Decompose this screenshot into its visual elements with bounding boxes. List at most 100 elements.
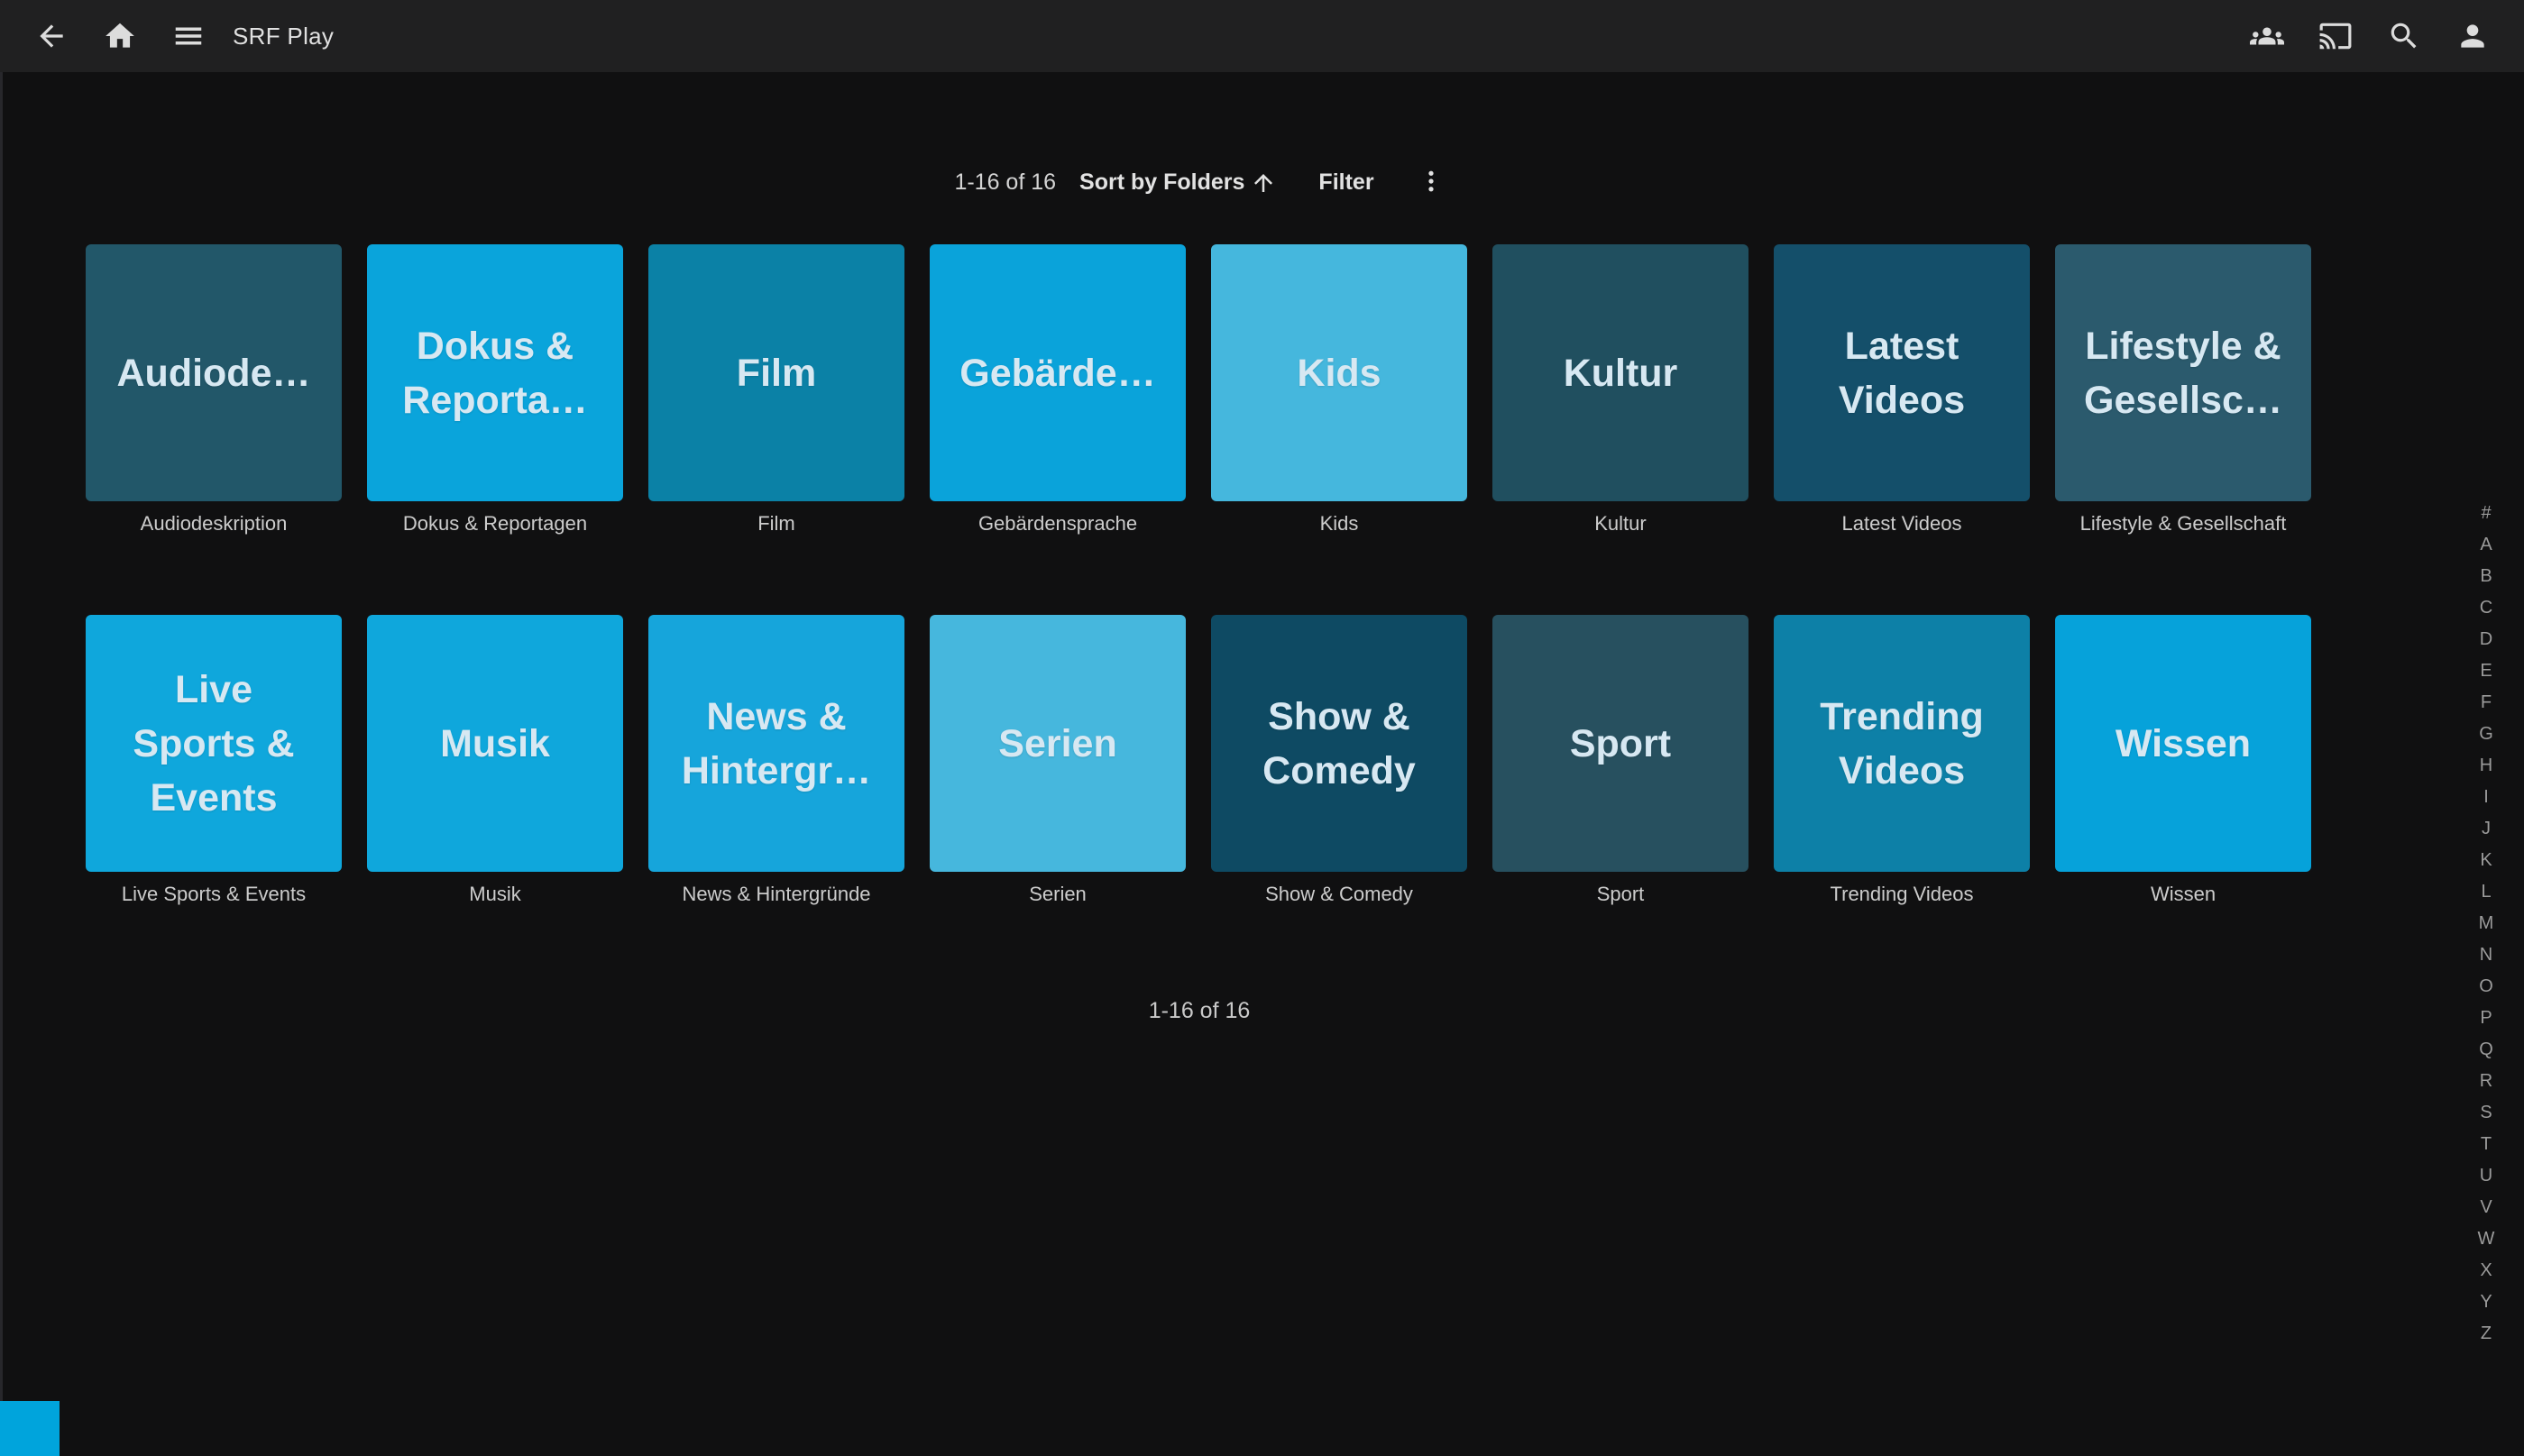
cast-icon [2318,19,2353,53]
tile-caption: Serien [930,881,1186,908]
alpha-letter[interactable]: K [2464,845,2509,876]
vertical-dots-icon [1418,168,1445,195]
alpha-letter[interactable]: Y [2464,1287,2509,1318]
library-card[interactable]: Sport Sport [1492,615,1748,908]
library-card[interactable]: Show &Comedy Show & Comedy [1211,615,1467,908]
home-button[interactable] [99,0,141,72]
alpha-letter[interactable]: D [2464,624,2509,655]
tile-title: Show &Comedy [1262,690,1416,798]
alpha-letter[interactable]: E [2464,655,2509,687]
library-tile[interactable]: Sport [1492,615,1748,872]
arrow-back-icon [34,19,69,53]
library-tile[interactable]: Audiode… [86,244,342,501]
library-card[interactable]: LatestVideos Latest Videos [1774,244,2030,537]
alpha-letter[interactable]: F [2464,687,2509,719]
library-tile[interactable]: Show &Comedy [1211,615,1467,872]
library-tile[interactable]: Kids [1211,244,1467,501]
alpha-letter[interactable]: V [2464,1192,2509,1223]
library-card[interactable]: Musik Musik [367,615,623,908]
library-card[interactable]: Wissen Wissen [2055,615,2311,908]
tile-caption: Kultur [1492,510,1748,537]
user-button[interactable] [2452,0,2493,72]
library-tile[interactable]: Lifestyle &Gesellsc… [2055,244,2311,501]
library-card[interactable]: Kids Kids [1211,244,1467,537]
library-card[interactable]: Kultur Kultur [1492,244,1748,537]
alpha-letter[interactable]: B [2464,561,2509,592]
tile-title: LiveSports &Events [133,663,294,825]
alpha-letter[interactable]: I [2464,782,2509,813]
alpha-letter[interactable]: J [2464,813,2509,845]
search-icon [2387,19,2421,53]
library-card[interactable]: Dokus &Reporta… Dokus & Reportagen [367,244,623,537]
library-tile[interactable]: Dokus &Reporta… [367,244,623,501]
sort-label: Sort by Folders [1079,169,1244,196]
library-tile[interactable]: Musik [367,615,623,872]
tile-caption: Latest Videos [1774,510,2030,537]
alpha-letter[interactable]: Z [2464,1318,2509,1350]
library-card[interactable]: Serien Serien [930,615,1186,908]
scroll-indicator[interactable] [0,1401,60,1456]
library-tile[interactable]: Kultur [1492,244,1748,501]
arrow-up-icon [1250,169,1277,197]
library-card[interactable]: TrendingVideos Trending Videos [1774,615,2030,908]
alpha-letter[interactable]: T [2464,1129,2509,1160]
tile-caption: Kids [1211,510,1467,537]
menu-button[interactable] [168,0,209,72]
alpha-letter[interactable]: S [2464,1097,2509,1129]
library-tile[interactable]: LiveSports &Events [86,615,342,872]
cast-button[interactable] [2315,0,2356,72]
tile-title: Lifestyle &Gesellsc… [2084,319,2282,427]
tile-caption: Trending Videos [1774,881,2030,908]
alpha-letter[interactable]: W [2464,1223,2509,1255]
people-group-icon [2250,19,2284,53]
tile-title: TrendingVideos [1820,690,1984,798]
tile-title: Kids [1297,346,1381,400]
library-card[interactable]: Gebärde… Gebärdensprache [930,244,1186,537]
library-tile[interactable]: Wissen [2055,615,2311,872]
search-button[interactable] [2383,0,2425,72]
filter-button[interactable]: Filter [1318,169,1373,196]
alpha-letter[interactable]: H [2464,750,2509,782]
tile-title: Kultur [1564,346,1678,400]
item-count: 1-16 of 16 [954,169,1056,196]
alpha-letter[interactable]: M [2464,908,2509,939]
library-tile[interactable]: Film [648,244,904,501]
library-card[interactable]: LiveSports &Events Live Sports & Events [86,615,342,908]
home-icon [103,19,137,53]
alpha-letter[interactable]: N [2464,939,2509,971]
tile-title: LatestVideos [1839,319,1965,427]
back-button[interactable] [31,0,72,72]
tile-title: News &Hintergr… [682,690,871,798]
library-tile[interactable]: News &Hintergr… [648,615,904,872]
alpha-letter[interactable]: X [2464,1255,2509,1287]
alpha-letter[interactable]: Q [2464,1034,2509,1066]
tile-caption: News & Hintergründe [648,881,904,908]
library-tile[interactable]: Serien [930,615,1186,872]
alpha-letter[interactable]: L [2464,876,2509,908]
alpha-picker: #ABCDEFGHIJKLMNOPQRSTUVWXYZ [2464,498,2509,1350]
library-card[interactable]: Lifestyle &Gesellsc… Lifestyle & Gesells… [2055,244,2311,537]
alpha-letter[interactable]: # [2464,498,2509,529]
alpha-letter[interactable]: A [2464,529,2509,561]
alpha-letter[interactable]: C [2464,592,2509,624]
library-tile[interactable]: Gebärde… [930,244,1186,501]
library-tile[interactable]: TrendingVideos [1774,615,2030,872]
alpha-letter[interactable]: P [2464,1003,2509,1034]
library-card[interactable]: News &Hintergr… News & Hintergründe [648,615,904,908]
alpha-letter[interactable]: U [2464,1160,2509,1192]
sort-button[interactable]: Sort by Folders [1079,169,1277,197]
tile-caption: Wissen [2055,881,2311,908]
tile-caption: Gebärdensprache [930,510,1186,537]
library-page: 1-16 of 16 Sort by Folders Filter Audiod… [0,72,2399,1024]
tile-title: Gebärde… [959,346,1155,400]
tile-title: Dokus &Reporta… [402,319,587,427]
library-tile[interactable]: LatestVideos [1774,244,2030,501]
tile-caption: Lifestyle & Gesellschaft [2055,510,2311,537]
alpha-letter[interactable]: O [2464,971,2509,1003]
more-options-button[interactable] [1418,168,1445,197]
library-card[interactable]: Film Film [648,244,904,537]
alpha-letter[interactable]: G [2464,719,2509,750]
alpha-letter[interactable]: R [2464,1066,2509,1097]
syncplay-button[interactable] [2246,0,2288,72]
library-card[interactable]: Audiode… Audiodeskription [86,244,342,537]
